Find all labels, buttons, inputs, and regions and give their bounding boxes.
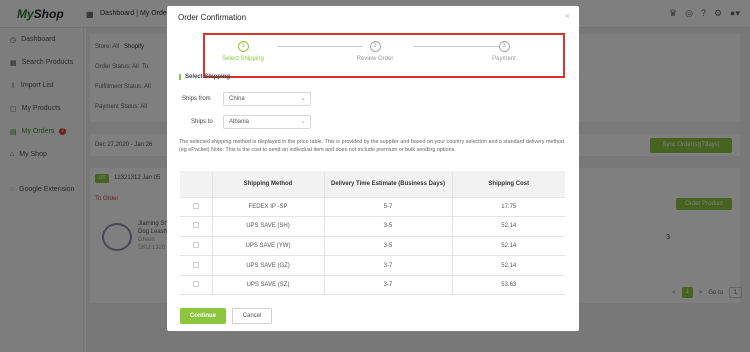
close-icon[interactable]: × bbox=[565, 11, 570, 21]
chevron-down-icon: ⌄ bbox=[300, 95, 306, 102]
step-payment: 3 Payment bbox=[469, 41, 539, 62]
row-cost: 53.63 bbox=[451, 275, 565, 296]
row-cost: 52.14 bbox=[451, 216, 565, 237]
dialog-title: Order Confirmation bbox=[178, 13, 247, 22]
row-method: FEDEX IP -SP bbox=[211, 197, 324, 218]
step-number: 1 bbox=[237, 41, 249, 52]
row-method: UPS SAVE (GZ) bbox=[211, 255, 324, 276]
row-method: UPS SAVE (YW) bbox=[211, 236, 324, 257]
step-label: Payment bbox=[492, 56, 516, 62]
row-cost: 17.75 bbox=[451, 197, 565, 218]
row-select bbox=[180, 216, 212, 237]
row-select bbox=[180, 236, 212, 257]
table-header-cost: Shipping Cost bbox=[451, 171, 565, 198]
ships-from-value: China bbox=[229, 96, 245, 102]
row-method: UPS SAVE (SH) bbox=[211, 216, 324, 237]
row-time: 3-5 bbox=[323, 236, 452, 257]
table-row[interactable]: UPS SAVE (SZ) 3-7 53.63 bbox=[180, 275, 565, 296]
step-number: 3 bbox=[498, 41, 510, 52]
row-checkbox[interactable] bbox=[192, 202, 199, 209]
continue-button[interactable]: Continue bbox=[180, 308, 226, 324]
row-time: 3-5 bbox=[323, 216, 452, 237]
step-review-order: 2 Review Order bbox=[340, 41, 410, 62]
row-time: 3-7 bbox=[323, 255, 452, 276]
ships-from-label: Ships from bbox=[182, 96, 211, 102]
table-header-time: Delivery Time Estimate (Business Days) bbox=[323, 171, 452, 198]
ships-to-label: Ships to bbox=[191, 119, 213, 125]
table-header-row: Shipping Method Delivery Time Estimate (… bbox=[180, 171, 565, 198]
step-label: Select Shipping bbox=[222, 56, 264, 62]
row-time: 3-7 bbox=[323, 275, 452, 296]
table-row[interactable]: UPS SAVE (SH) 3-5 52.14 bbox=[180, 216, 565, 237]
table-row[interactable]: FEDEX IP -SP 5-7 17.75 bbox=[180, 197, 565, 218]
shipping-description: The selected shipping method is displaye… bbox=[179, 139, 564, 153]
shipping-table: Shipping Method Delivery Time Estimate (… bbox=[180, 171, 565, 296]
section-title: Select Shipping bbox=[179, 74, 230, 80]
ships-from-select[interactable]: China ⌄ bbox=[223, 92, 311, 106]
table-header-select bbox=[180, 171, 212, 198]
row-checkbox[interactable] bbox=[192, 261, 199, 268]
ships-to-select[interactable]: Albania ⌄ bbox=[223, 115, 311, 129]
order-confirmation-dialog: Order Confirmation × 1 Select Shipping 2… bbox=[167, 6, 579, 331]
row-select bbox=[180, 197, 212, 218]
row-cost: 52.14 bbox=[451, 255, 565, 276]
step-number: 2 bbox=[369, 41, 381, 52]
step-select-shipping: 1 Select Shipping bbox=[208, 41, 278, 62]
step-label: Review Order bbox=[356, 56, 394, 62]
table-header-method: Shipping Method bbox=[211, 171, 324, 198]
row-checkbox[interactable] bbox=[192, 281, 199, 288]
row-select bbox=[180, 275, 212, 296]
row-method: UPS SAVE (SZ) bbox=[211, 275, 324, 296]
step-indicator: 1 Select Shipping 2 Review Order 3 Payme… bbox=[203, 33, 565, 78]
cancel-button[interactable]: Cancel bbox=[232, 308, 272, 324]
table-row[interactable]: UPS SAVE (YW) 3-5 52.14 bbox=[180, 236, 565, 257]
table-row[interactable]: UPS SAVE (GZ) 3-7 52.14 bbox=[180, 255, 565, 276]
row-cost: 52.14 bbox=[451, 236, 565, 257]
row-select bbox=[180, 255, 212, 276]
ships-to-value: Albania bbox=[229, 119, 250, 125]
row-checkbox[interactable] bbox=[192, 241, 199, 248]
chevron-down-icon: ⌄ bbox=[300, 118, 306, 125]
row-time: 5-7 bbox=[323, 197, 452, 218]
row-checkbox[interactable] bbox=[192, 222, 199, 229]
